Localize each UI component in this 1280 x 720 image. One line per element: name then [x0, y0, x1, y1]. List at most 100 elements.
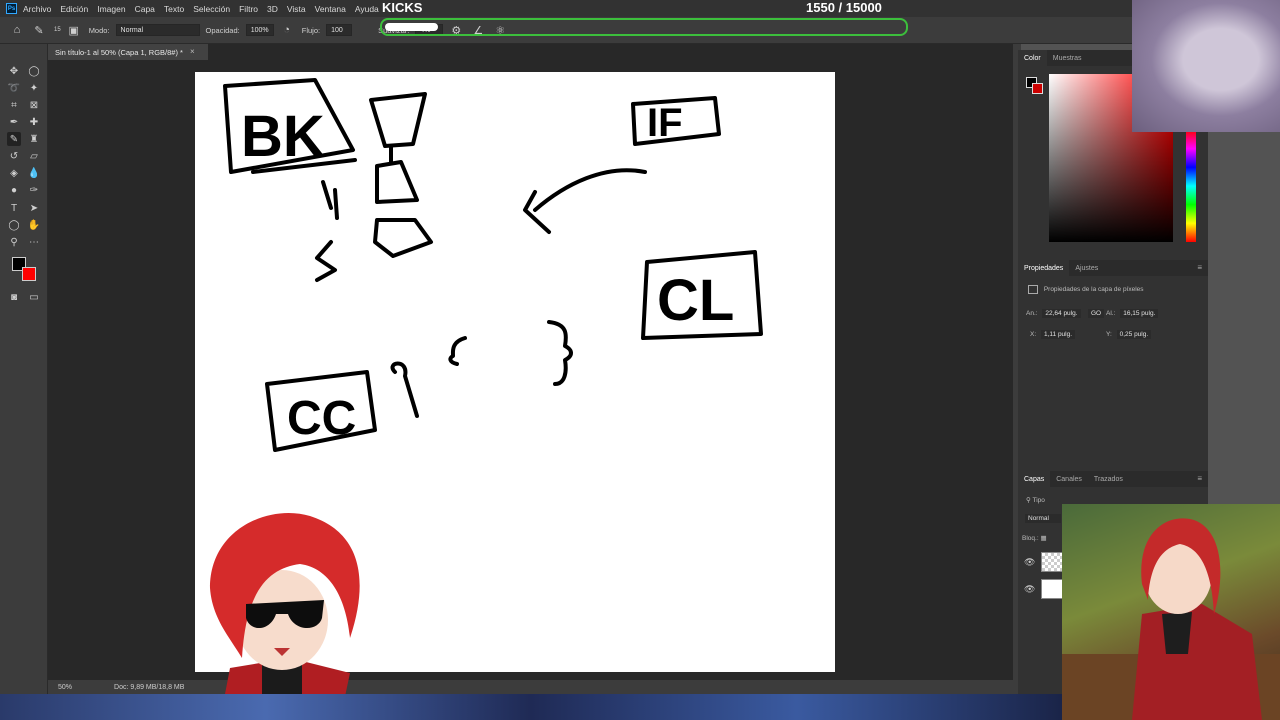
history-brush-icon[interactable]: ↺ [7, 149, 21, 163]
brush-settings-icon[interactable]: ▣ [67, 23, 81, 37]
y-label: Y: [1106, 331, 1112, 338]
tab-color[interactable]: Color [1018, 50, 1047, 66]
lock-transparency-icon[interactable]: ▦ [1040, 535, 1046, 542]
tab-trazados[interactable]: Trazados [1088, 471, 1129, 487]
search-icon: ⚲ [1026, 497, 1031, 504]
flow-label: Flujo: [301, 25, 321, 35]
flow-input[interactable]: 100 [326, 24, 353, 36]
ellipse-tool-icon[interactable]: ◯ [7, 218, 21, 232]
close-icon[interactable]: × [190, 47, 195, 56]
panel-menu-icon[interactable]: ≡ [1197, 474, 1202, 483]
sketch-scribble [315, 240, 337, 282]
vtuber-artwork-right [1062, 504, 1280, 720]
menu-ayuda[interactable]: Ayuda [355, 4, 379, 14]
menu-ventana[interactable]: Ventana [315, 4, 346, 14]
sketch-trapezoid [375, 160, 419, 204]
width-input[interactable]: 22,64 pulg. [1042, 309, 1081, 318]
vtuber-right-figure [1062, 518, 1280, 720]
more-tools-icon[interactable]: ⋯ [27, 235, 41, 249]
link-row: GO [1085, 309, 1105, 318]
screen-mode-icon[interactable]: ▭ [27, 290, 41, 304]
eye-icon[interactable]: 👁 [1024, 557, 1035, 568]
tab-capas[interactable]: Capas [1018, 471, 1051, 487]
zoom-tool-icon[interactable]: ⚲ [7, 235, 21, 249]
hand-tool-icon[interactable]: ✋ [27, 218, 41, 232]
sketch-pentagon [373, 218, 433, 258]
properties-panel-tabs: Propiedades Ajustes ≡ [1018, 260, 1208, 276]
paint-bucket-icon[interactable]: ◈ [7, 166, 21, 180]
eye-icon[interactable]: 👁 [1024, 584, 1035, 595]
healing-brush-icon[interactable]: ✚ [27, 115, 41, 129]
tab-canales[interactable]: Canales [1050, 471, 1088, 487]
home-icon[interactable]: ⌂ [10, 23, 24, 37]
vtuber-avatar-left [190, 508, 380, 720]
brush-size[interactable]: 15 [54, 27, 61, 33]
marquee-tool-icon[interactable]: ◯ [27, 64, 41, 78]
tools-panel: ✥ ◯ ➰ ✦ ⌗ ⊠ ✒ ✚ ✎ ♜ ↺ ▱ ◈ 💧 ● ✑ T ➤ ◯ ✋ … [0, 44, 48, 720]
sketch-trapezoid [369, 92, 427, 148]
opacity-input[interactable]: 100% [245, 24, 274, 36]
menu-archivo[interactable]: Archivo [23, 4, 51, 14]
menu-texto[interactable]: Texto [164, 4, 184, 14]
height-row: Al.: 16,15 pulg. [1106, 309, 1159, 318]
lock-label: Bloq.: [1022, 535, 1039, 542]
mode-select[interactable]: Normal [115, 24, 200, 36]
opacity-label: Opacidad: [205, 25, 240, 35]
sketch-label-cl: CL [657, 268, 734, 333]
eyedropper-icon[interactable]: ✒ [7, 115, 21, 129]
sketch-label-bk: BK [241, 104, 325, 169]
menu-edicion[interactable]: Edición [60, 4, 88, 14]
blend-mode-select[interactable]: Normal [1022, 514, 1061, 523]
height-input[interactable]: 16,15 pulg. [1120, 309, 1159, 318]
properties-title: Propiedades de la capa de píxeles [1028, 285, 1144, 294]
eraser-tool-icon[interactable]: ▱ [27, 149, 41, 163]
layers-panel-tabs: Capas Canales Trazados ≡ [1018, 471, 1208, 487]
panel-menu-icon[interactable]: ≡ [1197, 263, 1202, 272]
pixel-layer-icon [1028, 285, 1038, 294]
menu-3d[interactable]: 3D [267, 4, 278, 14]
zoom-level[interactable]: 50% [58, 684, 72, 691]
layer-filter[interactable]: ⚲ Tipo [1026, 496, 1045, 504]
hue-slider[interactable] [1186, 130, 1196, 242]
frame-tool-icon[interactable]: ⊠ [27, 98, 41, 112]
kicks-progress-fill [385, 23, 438, 31]
blur-tool-icon[interactable]: 💧 [27, 166, 41, 180]
pressure-opacity-icon[interactable]: ◔ [280, 23, 294, 37]
brush-tool-icon[interactable]: ✎ [7, 132, 21, 146]
layer-thumbnail-background[interactable] [1041, 579, 1063, 599]
width-row: An.: 22,64 pulg. [1026, 309, 1081, 318]
pen-tool-icon[interactable]: ✑ [27, 183, 41, 197]
x-input[interactable]: 1,11 pulg. [1040, 330, 1076, 339]
layer-thumbnail-capa1[interactable] [1041, 552, 1063, 572]
background-color-swatch[interactable] [22, 267, 36, 281]
tab-muestras[interactable]: Muestras [1047, 50, 1088, 66]
blend-mode-value: Normal [1025, 514, 1061, 523]
tab-ajustes[interactable]: Ajustes [1069, 260, 1104, 276]
stamp-tool-icon[interactable]: ♜ [27, 132, 41, 146]
menu-filtro[interactable]: Filtro [239, 4, 258, 14]
magic-wand-icon[interactable]: ✦ [27, 81, 41, 95]
move-tool-icon[interactable]: ✥ [7, 64, 21, 78]
path-select-icon[interactable]: ➤ [27, 201, 41, 215]
sketch-arrowhead [523, 190, 551, 234]
lasso-tool-icon[interactable]: ➰ [7, 81, 21, 95]
link-dimensions-icon[interactable]: GO [1088, 309, 1105, 318]
color-panel-background[interactable] [1032, 83, 1043, 94]
crop-tool-icon[interactable]: ⌗ [7, 98, 21, 112]
sketch-brace-right [547, 320, 573, 386]
properties-title-text: Propiedades de la capa de píxeles [1043, 286, 1144, 294]
photoshop-logo-icon: Ps [6, 3, 17, 14]
vtuber-left-figure [210, 513, 360, 720]
dodge-tool-icon[interactable]: ● [7, 183, 21, 197]
brush-preset-icon[interactable]: ✎ [32, 23, 46, 37]
menu-imagen[interactable]: Imagen [97, 4, 125, 14]
quick-mask-icon[interactable]: ◙ [7, 290, 21, 304]
tab-propiedades[interactable]: Propiedades [1018, 260, 1070, 276]
menu-capa[interactable]: Capa [135, 4, 155, 14]
menu-seleccion[interactable]: Selección [193, 4, 230, 14]
menu-vista[interactable]: Vista [287, 4, 306, 14]
type-tool-icon[interactable]: T [7, 201, 21, 215]
document-tab[interactable]: Sin título-1 al 50% (Capa 1, RGB/8#) * × [48, 44, 208, 60]
y-input[interactable]: 0,25 pulg. [1116, 330, 1152, 339]
menu-bar: Ps Archivo Edición Imagen Capa Texto Sel… [0, 0, 1280, 17]
